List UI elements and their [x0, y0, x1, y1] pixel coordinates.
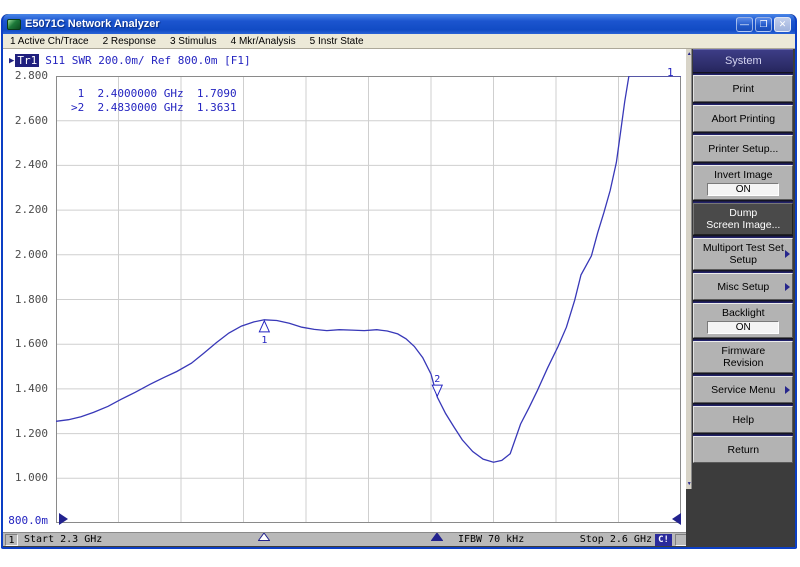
softkey-abort-printing[interactable]: Abort Printing [693, 105, 793, 132]
calibration-badge: C! [655, 534, 672, 546]
marker-readout-row: 1 2.4000000 GHz 1.7090 [71, 87, 237, 101]
marker-2-icon[interactable] [432, 385, 442, 396]
softkey-label: Service Menu [711, 384, 775, 396]
y-tick-label: 2.400 [3, 158, 48, 171]
softkey-label: Printer Setup... [708, 143, 778, 155]
menu-item-4[interactable]: 4 Mkr/Analysis [224, 36, 303, 47]
channel-number: 1 [5, 534, 18, 546]
softkey-sidebar: ▲ ▼ System Print Abort Printing Printer Se… [686, 49, 795, 546]
softkey-label: Firmware Revision [721, 345, 765, 369]
scroll-up-icon[interactable]: ▲ [686, 51, 692, 57]
channel-status-bar: 1 Start 2.3 GHz IFBW 70 kHz Stop 2.6 GHz… [3, 532, 690, 546]
y-tick-label: 1.400 [3, 382, 48, 395]
marker-1-stimulus-handle-icon[interactable] [258, 526, 270, 545]
menu-bar: 1 Active Ch/Trace2 Response3 Stimulus4 M… [3, 34, 795, 49]
menu-item-3[interactable]: 3 Stimulus [163, 36, 224, 47]
softkey-state-indicator: ON [707, 183, 779, 196]
softkey-service-menu[interactable]: Service Menu [693, 376, 793, 403]
close-button[interactable]: ✕ [774, 17, 791, 32]
y-axis-labels: 2.8002.6002.4002.2002.0001.8001.6001.400… [3, 76, 51, 536]
title-bar[interactable]: E5071C Network Analyzer — ❐ ✕ [3, 14, 795, 34]
app-window: E5071C Network Analyzer — ❐ ✕ 1 Active C… [1, 14, 797, 549]
softkey-firmware-revision[interactable]: Firmware Revision [693, 341, 793, 373]
softkey-return[interactable]: Return [693, 436, 793, 463]
softkey-label: Return [728, 444, 760, 456]
softkey-menu: System Print Abort Printing Printer Setup.… [693, 49, 793, 463]
softkey-printer-setup[interactable]: Printer Setup... [693, 135, 793, 162]
trace-id-chip: Tr1 [15, 54, 39, 67]
y-tick-label: 2.800 [3, 69, 48, 82]
submenu-arrow-icon [785, 386, 790, 394]
softkey-label: Help [732, 414, 754, 426]
y-tick-label: 1.200 [3, 427, 48, 440]
marker-2-stimulus-handle-icon[interactable] [431, 526, 443, 545]
softkey-label: Misc Setup [717, 281, 769, 293]
y-tick-label: 1.600 [3, 337, 48, 350]
y-tick-label: 1.000 [3, 471, 48, 484]
desktop-background: E5071C Network Analyzer — ❐ ✕ 1 Active C… [0, 0, 800, 567]
reference-level-arrow-left-icon[interactable] [59, 513, 68, 525]
marker-1-number: 1 [261, 335, 267, 346]
scroll-down-icon[interactable]: ▼ [686, 481, 692, 487]
softkey-help[interactable]: Help [693, 406, 793, 433]
softkey-invert-image[interactable]: Invert Image ON [693, 165, 793, 200]
ifbw-readout: IFBW 70 kHz [458, 534, 524, 545]
softkey-label: Print [732, 83, 754, 95]
submenu-arrow-icon [785, 250, 790, 258]
marker-readout-row: >2 2.4830000 GHz 1.3631 [71, 101, 237, 115]
submenu-arrow-icon [785, 283, 790, 291]
softkey-print[interactable]: Print [693, 75, 793, 102]
softkey-label: Abort Printing [711, 113, 775, 125]
softkey-misc-setup[interactable]: Misc Setup [693, 273, 793, 300]
marker-1-icon[interactable] [259, 321, 269, 332]
trace-number-label: 1 [667, 66, 674, 79]
minimize-button[interactable]: — [736, 17, 753, 32]
y-tick-label: 2.600 [3, 114, 48, 127]
app-icon [7, 19, 21, 30]
instrument-screen: ▶ Tr1 S11 SWR 200.0m/ Ref 800.0m [F1] 2.… [3, 49, 686, 532]
softkey-backlight[interactable]: Backlight ON [693, 303, 793, 338]
softkey-label: Invert Image [714, 169, 772, 181]
softkey-state-indicator: ON [707, 321, 779, 334]
softkey-dump-screen-image[interactable]: Dump Screen Image... [693, 203, 793, 235]
marker-2-number: 2 [434, 374, 440, 385]
softkey-scrollbar[interactable]: ▲ ▼ [686, 49, 692, 489]
trace-status-line[interactable]: ▶ Tr1 S11 SWR 200.0m/ Ref 800.0m [F1] [9, 54, 251, 67]
window-title: E5071C Network Analyzer [25, 18, 734, 30]
softkey-multiport-test-set-setup[interactable]: Multiport Test Set Setup [693, 238, 793, 270]
restore-button[interactable]: ❐ [755, 17, 772, 32]
active-trace-arrow-icon: ▶ [9, 56, 14, 66]
menu-item-5[interactable]: 5 Instr State [303, 36, 371, 47]
softkey-label: Multiport Test Set Setup [703, 242, 784, 266]
marker-readout: 1 2.4000000 GHz 1.7090>2 2.4830000 GHz 1… [71, 87, 237, 115]
y-tick-label: 2.000 [3, 248, 48, 261]
start-frequency: Start 2.3 GHz [24, 534, 102, 545]
swr-plot[interactable]: 12 [56, 76, 681, 523]
main-content: ▶ Tr1 S11 SWR 200.0m/ Ref 800.0m [F1] 2.… [3, 49, 795, 546]
reference-level-arrow-right-icon[interactable] [672, 513, 681, 525]
reference-level-label: 800.0m [3, 514, 48, 527]
menu-item-1[interactable]: 1 Active Ch/Trace [3, 36, 96, 47]
menu-item-2[interactable]: 2 Response [96, 36, 163, 47]
softkey-label: Backlight [722, 307, 765, 319]
trace-descriptor: S11 SWR 200.0m/ Ref 800.0m [F1] [45, 54, 250, 67]
softkey-menu-title: System [693, 49, 793, 72]
softkey-label: Dump Screen Image... [706, 207, 780, 231]
stop-frequency: Stop 2.6 GHz [580, 534, 652, 545]
y-tick-label: 2.200 [3, 203, 48, 216]
y-tick-label: 1.800 [3, 293, 48, 306]
